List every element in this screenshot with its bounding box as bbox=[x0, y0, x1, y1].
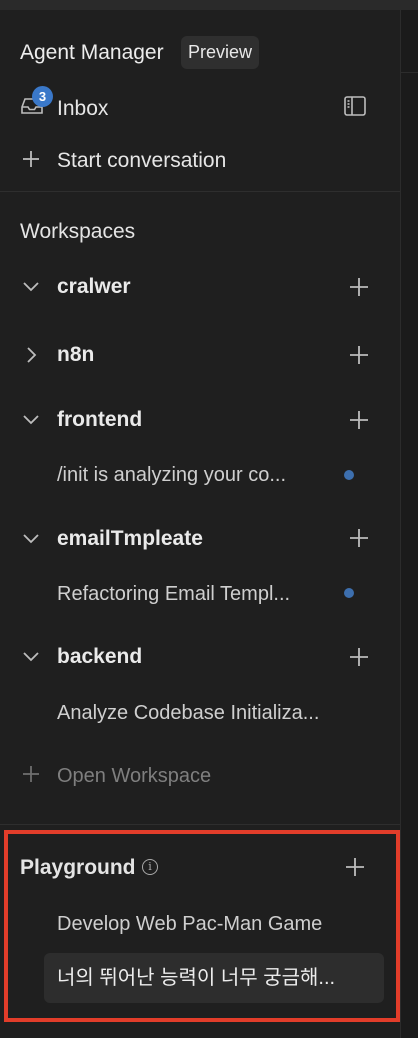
conversation-item[interactable]: Refactoring Email Templ... bbox=[44, 569, 384, 615]
conversation-title: Refactoring Email Templ... bbox=[57, 583, 291, 605]
chevron-down-icon bbox=[22, 281, 40, 292]
workspace-name: cralwer bbox=[57, 275, 131, 298]
workspace-emailtmpleate[interactable]: emailTmpleate bbox=[0, 515, 400, 561]
workspace-frontend[interactable]: frontend bbox=[0, 396, 400, 442]
editor-edge bbox=[400, 10, 418, 1038]
chevron-down-icon bbox=[22, 414, 40, 425]
workspace-backend[interactable]: backend bbox=[0, 633, 400, 679]
conversation-title: /init is analyzing your co... bbox=[57, 464, 286, 486]
plus-icon bbox=[22, 765, 40, 783]
playground-title: Playground bbox=[20, 856, 136, 879]
open-workspace-label: Open Workspace bbox=[57, 765, 212, 787]
chevron-down-icon bbox=[22, 651, 40, 662]
add-conversation-icon[interactable] bbox=[349, 410, 369, 430]
playground-conversation-item-selected[interactable]: 너의 뛰어난 능력이 너무 궁금해... bbox=[44, 953, 384, 1003]
add-conversation-icon[interactable] bbox=[349, 528, 369, 548]
playground-divider bbox=[0, 824, 400, 825]
add-conversation-icon[interactable] bbox=[349, 647, 369, 667]
header-divider bbox=[0, 191, 400, 192]
add-playground-icon[interactable] bbox=[345, 857, 365, 877]
unread-dot bbox=[344, 470, 354, 480]
agent-manager-panel: Agent Manager Preview Inbox 3 Start conv… bbox=[0, 0, 418, 1038]
workspaces-title: Workspaces bbox=[20, 220, 136, 243]
inbox-label: Inbox bbox=[57, 97, 109, 120]
conversation-title: 너의 뛰어난 능력이 너무 궁금해... bbox=[57, 967, 336, 989]
panel-title: Agent Manager bbox=[20, 41, 164, 64]
workspace-name: backend bbox=[57, 645, 143, 668]
chevron-down-icon bbox=[22, 533, 40, 544]
unread-dot bbox=[344, 588, 354, 598]
top-bar bbox=[0, 0, 418, 10]
workspace-cralwer[interactable]: cralwer bbox=[0, 264, 400, 310]
workspace-name: emailTmpleate bbox=[57, 527, 203, 550]
toggle-sidebar-icon[interactable] bbox=[344, 96, 366, 116]
workspace-name: n8n bbox=[57, 343, 95, 366]
conversation-item[interactable]: Analyze Codebase Initializa... bbox=[44, 688, 384, 734]
conversation-title: Develop Web Pac-Man Game bbox=[57, 913, 323, 935]
start-conversation-label: Start conversation bbox=[57, 149, 227, 172]
workspace-name: frontend bbox=[57, 408, 143, 431]
inbox-count-badge: 3 bbox=[32, 86, 53, 107]
info-icon[interactable]: i bbox=[142, 859, 158, 875]
playground-conversation-item[interactable]: Develop Web Pac-Man Game bbox=[44, 899, 384, 947]
conversation-title: Analyze Codebase Initializa... bbox=[57, 702, 320, 724]
open-workspace-button[interactable]: Open Workspace bbox=[0, 752, 400, 798]
add-conversation-icon[interactable] bbox=[349, 345, 369, 365]
chevron-right-icon bbox=[26, 346, 37, 364]
editor-edge-divider bbox=[401, 72, 418, 73]
add-conversation-icon[interactable] bbox=[349, 277, 369, 297]
start-conversation-button[interactable]: Start conversation bbox=[0, 138, 400, 182]
plus-icon bbox=[22, 150, 40, 168]
preview-badge: Preview bbox=[181, 36, 260, 69]
conversation-item[interactable]: /init is analyzing your co... bbox=[44, 451, 384, 497]
workspace-n8n[interactable]: n8n bbox=[0, 331, 400, 377]
